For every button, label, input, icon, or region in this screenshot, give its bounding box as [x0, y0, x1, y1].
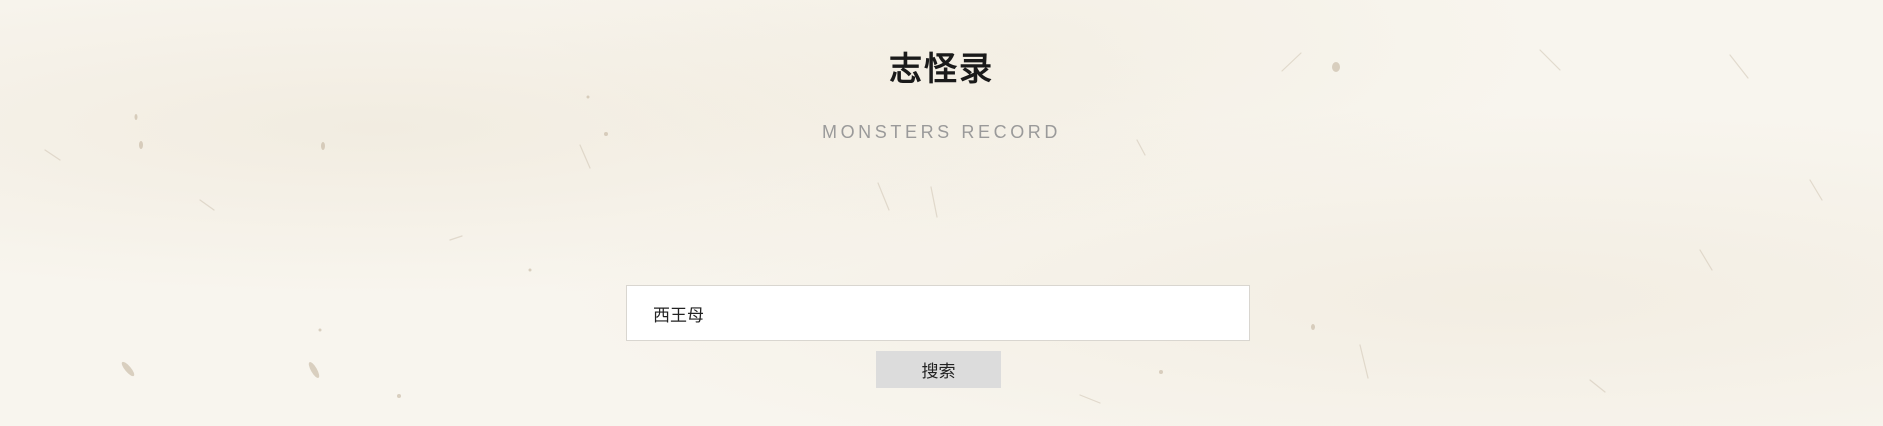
page-title: 志怪录: [889, 49, 994, 88]
page-subtitle: MONSTERS RECORD: [821, 122, 1061, 142]
search-input[interactable]: [626, 285, 1250, 341]
search-button[interactable]: 搜索: [876, 351, 1001, 388]
